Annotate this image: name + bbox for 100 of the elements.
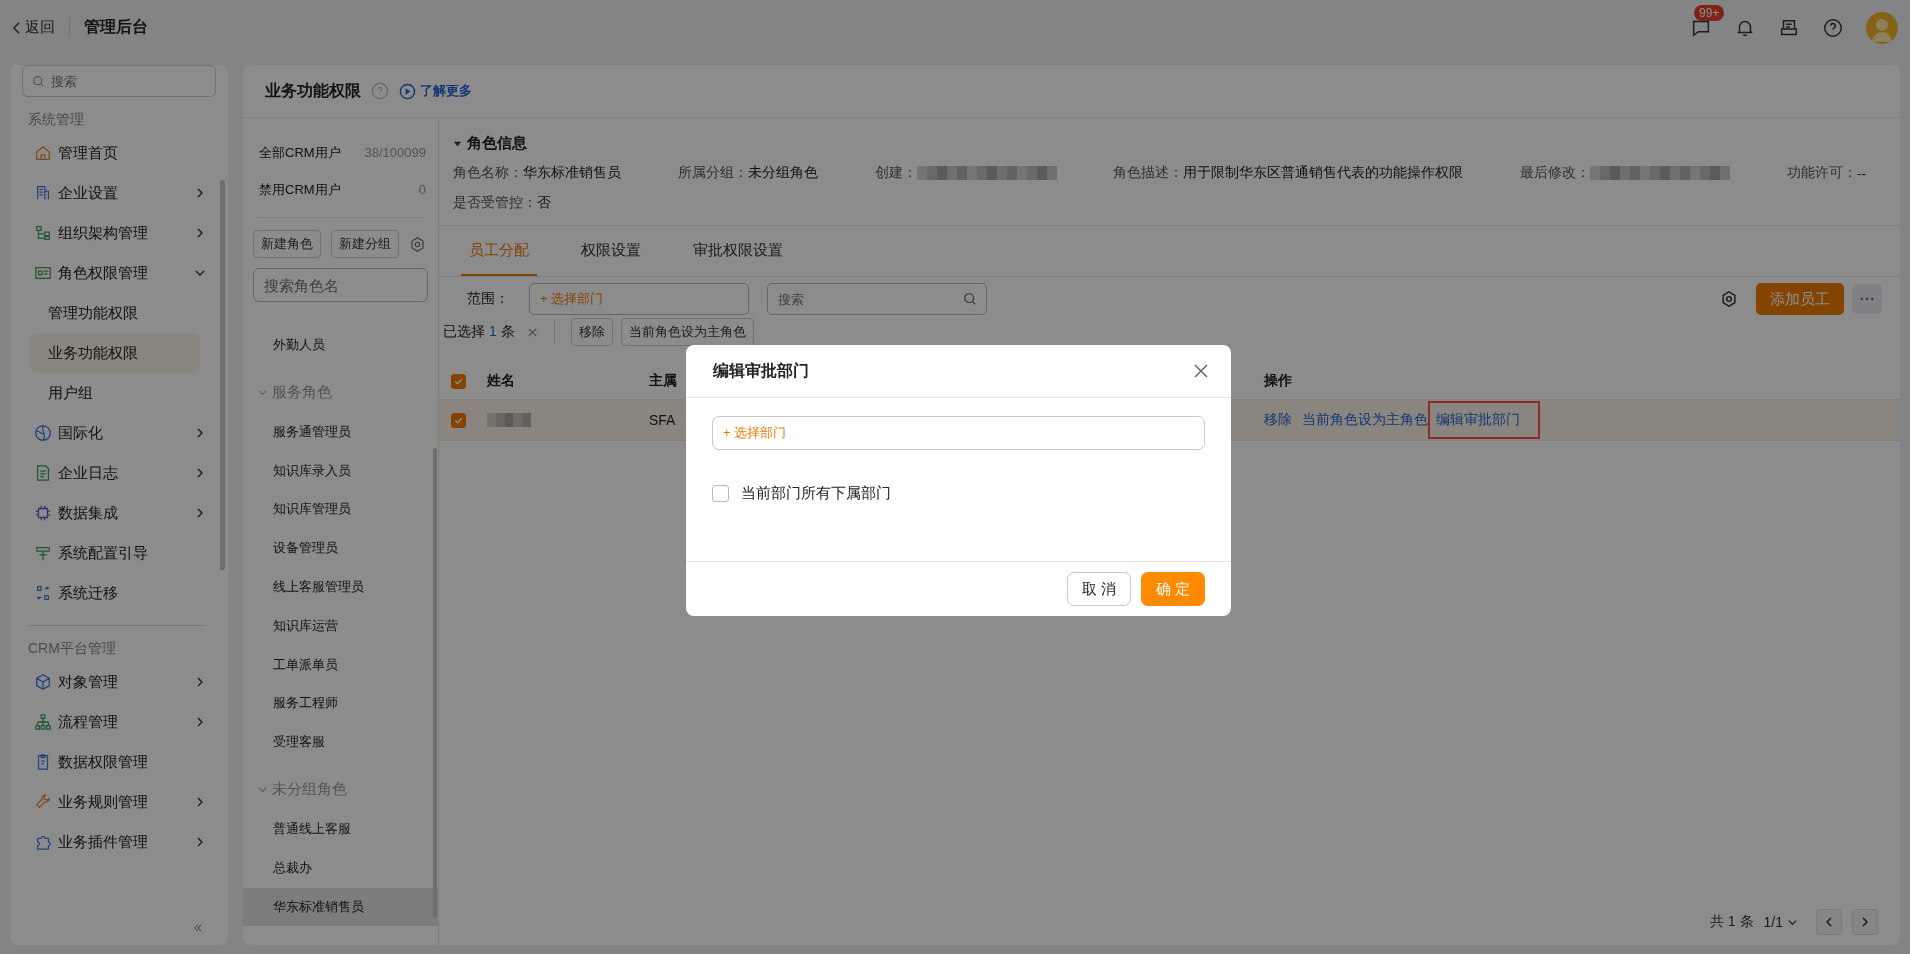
menu-item[interactable]: 企业设置 [22, 173, 216, 213]
action-link[interactable]: 移除 [1264, 411, 1292, 429]
department-select[interactable]: + 选择部门 [712, 416, 1205, 450]
total-count: 共 1 条 [1709, 913, 1754, 931]
dialog-title: 编辑审批部门 [713, 360, 809, 381]
action-link[interactable]: 编辑审批部门 [1436, 411, 1520, 427]
menu-item[interactable]: 流程管理 [22, 702, 216, 742]
chevron-right-icon [1859, 916, 1871, 928]
next-page-button[interactable] [1852, 909, 1878, 935]
role-item[interactable]: 服务工程师 [243, 684, 438, 724]
play-icon [399, 82, 416, 100]
clear-icon[interactable] [526, 326, 538, 338]
action-link[interactable]: 当前角色设为主角色 [1302, 411, 1428, 429]
submenu-item[interactable]: 业务功能权限 [30, 333, 200, 373]
role-item[interactable]: 设备管理员 [243, 529, 438, 568]
back-link[interactable]: 返回 [12, 18, 70, 37]
page-title: 业务功能权限 [265, 80, 361, 101]
settings-icon[interactable] [409, 235, 426, 253]
puzzle-icon [34, 833, 52, 851]
column-header: 主属 [649, 372, 677, 390]
checkbox[interactable] [451, 412, 466, 428]
cancel-button[interactable]: 取 消 [1067, 572, 1131, 606]
column-header: 姓名 [487, 372, 515, 390]
field-value: 用于限制华东区普通销售代表的功能操作权限 [1183, 164, 1464, 182]
checkbox[interactable] [712, 485, 729, 502]
tab[interactable]: 审批权限设置 [685, 226, 791, 276]
menu-item[interactable]: 组织架构管理 [22, 213, 216, 253]
document-icon [34, 464, 52, 482]
page-select[interactable]: 1/1 [1763, 914, 1798, 930]
tab[interactable]: 权限设置 [573, 226, 649, 276]
checkbox[interactable] [451, 373, 466, 389]
bulk-action-button[interactable]: 当前角色设为主角色 [620, 318, 754, 346]
wrench-icon [34, 793, 52, 811]
search-field[interactable]: 搜索 [22, 65, 216, 97]
stat-count: 38/100099 [364, 145, 426, 160]
more-icon [1860, 297, 1874, 301]
signpost-icon [34, 544, 52, 562]
field-value: 未分组角色 [747, 164, 818, 182]
role-item[interactable]: 总裁办 [243, 848, 438, 888]
section-heading[interactable]: 角色信息 [453, 134, 1886, 153]
chevron-left-icon [1823, 916, 1835, 928]
role-item[interactable]: 工单派单员 [243, 645, 438, 685]
chip-icon [34, 504, 52, 522]
field-label: 是否受管控： [453, 194, 537, 212]
collapse-icon[interactable] [192, 923, 204, 933]
section-heading: 系统管理 [27, 110, 85, 129]
flow-chart-icon [34, 713, 52, 731]
submenu-item[interactable]: 管理功能权限 [30, 293, 200, 333]
role-item[interactable]: 知识库录入员 [243, 451, 438, 491]
close-icon[interactable] [1193, 363, 1209, 379]
swap-icon [34, 584, 52, 602]
settings-icon[interactable] [1720, 290, 1738, 308]
help-icon[interactable] [1822, 16, 1844, 39]
menu-item[interactable]: 业务插件管理 [22, 822, 216, 862]
search-field[interactable]: 搜索 [767, 283, 987, 315]
field-label: 角色描述： [1113, 164, 1184, 182]
notification-badge: 99+ [1694, 4, 1725, 21]
triangle-icon [453, 139, 462, 148]
field-label: 最后修改： [1520, 164, 1591, 182]
building-icon [34, 184, 52, 202]
bulk-action-button[interactable]: 移除 [570, 318, 613, 346]
submenu-item[interactable]: 用户组 [30, 373, 200, 413]
role-item[interactable]: 知识库运营 [243, 606, 438, 646]
menu-item[interactable]: 数据权限管理 [22, 742, 216, 782]
search-icon [32, 75, 45, 88]
new-button[interactable]: 新建角色 [253, 230, 321, 258]
previous-page-button[interactable] [1816, 909, 1842, 935]
menu-item[interactable]: 系统配置引导 [22, 533, 216, 573]
table-cell: SFA [649, 412, 676, 428]
menu-item[interactable]: 业务规则管理 [22, 782, 216, 822]
role-item[interactable]: 华东标准销售员 [243, 887, 438, 927]
field-label: 所属分组： [677, 164, 748, 182]
role-item[interactable]: 受理客服 [243, 723, 438, 762]
role-item[interactable]: 线上客服管理员 [243, 568, 438, 607]
role-item[interactable]: 外勤人员 [243, 326, 438, 365]
menu-item[interactable]: 企业日志 [22, 453, 216, 493]
menu-item[interactable]: 国际化 [22, 413, 216, 453]
role-item[interactable]: 普通线上客服 [243, 809, 438, 849]
selection-count: 已选择 1 条 [443, 323, 515, 341]
org-chart-icon [34, 224, 52, 242]
avatar-icon[interactable] [1866, 11, 1898, 44]
menu-item[interactable]: 系统迁移 [22, 573, 216, 613]
stat-label[interactable]: 禁用CRM用户 [259, 180, 341, 199]
field-value: 华东标准销售员 [523, 164, 621, 182]
back-icon [12, 20, 21, 35]
search-field[interactable]: 搜索角色名 [253, 268, 428, 302]
menu-item[interactable]: 管理首页 [22, 133, 216, 173]
search-icon [963, 292, 977, 306]
menu-item[interactable]: 角色权限管理 [22, 253, 216, 293]
role-item[interactable]: 知识库管理员 [243, 490, 438, 530]
id-card-icon [34, 264, 52, 282]
role-item[interactable]: 服务通管理员 [243, 412, 438, 452]
stat-label[interactable]: 全部CRM用户 [259, 143, 341, 162]
field-label: 创建： [874, 164, 917, 182]
section-heading: CRM平台管理 [27, 639, 117, 658]
field-label: 功能许可： [1787, 164, 1857, 182]
new-button[interactable]: 新建分组 [331, 230, 399, 258]
menu-item[interactable]: 数据集成 [22, 493, 216, 533]
menu-item[interactable]: 对象管理 [22, 662, 216, 702]
learn-more-link[interactable]: 了解更多 [399, 82, 472, 100]
